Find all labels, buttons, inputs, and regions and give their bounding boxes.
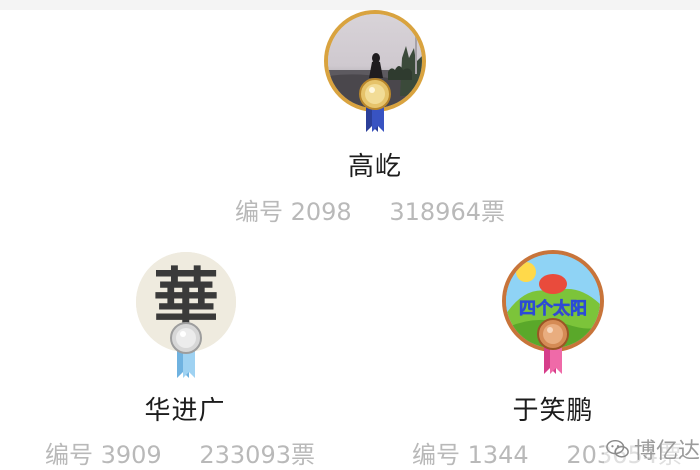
- watermark-text: 博亿达: [633, 438, 700, 464]
- contestant-meta: 编号 3909 233093票: [45, 435, 315, 470]
- silver-medal-icon: [170, 322, 202, 378]
- watermark: 博亿达: [604, 430, 700, 467]
- contestant-number: 编号 3909: [45, 441, 162, 469]
- contestant-card-1[interactable]: 高屹 编号 2098 318964票: [0, 0, 700, 230]
- contestant-name: 于笑鹏: [512, 396, 594, 426]
- bronze-medal-icon: [537, 318, 569, 374]
- contestant-number: 编号 2098: [235, 198, 352, 226]
- contestant-name: 华进广: [144, 396, 226, 426]
- contestant-card-2[interactable]: 華 华进广 编号 3909 233093票: [0, 240, 350, 470]
- wechat-icon: [606, 439, 629, 458]
- contestant-name: 高屹: [347, 152, 402, 182]
- avatar-cartoon-text: 四个太阳: [519, 298, 587, 318]
- contestant-meta: 编号 2098 318964票: [235, 192, 505, 227]
- contestant-number: 编号 1344: [412, 441, 529, 469]
- gold-medal-icon: [359, 78, 391, 132]
- contestant-votes: 233093票: [199, 441, 315, 469]
- contestant-votes: 318964票: [389, 198, 505, 226]
